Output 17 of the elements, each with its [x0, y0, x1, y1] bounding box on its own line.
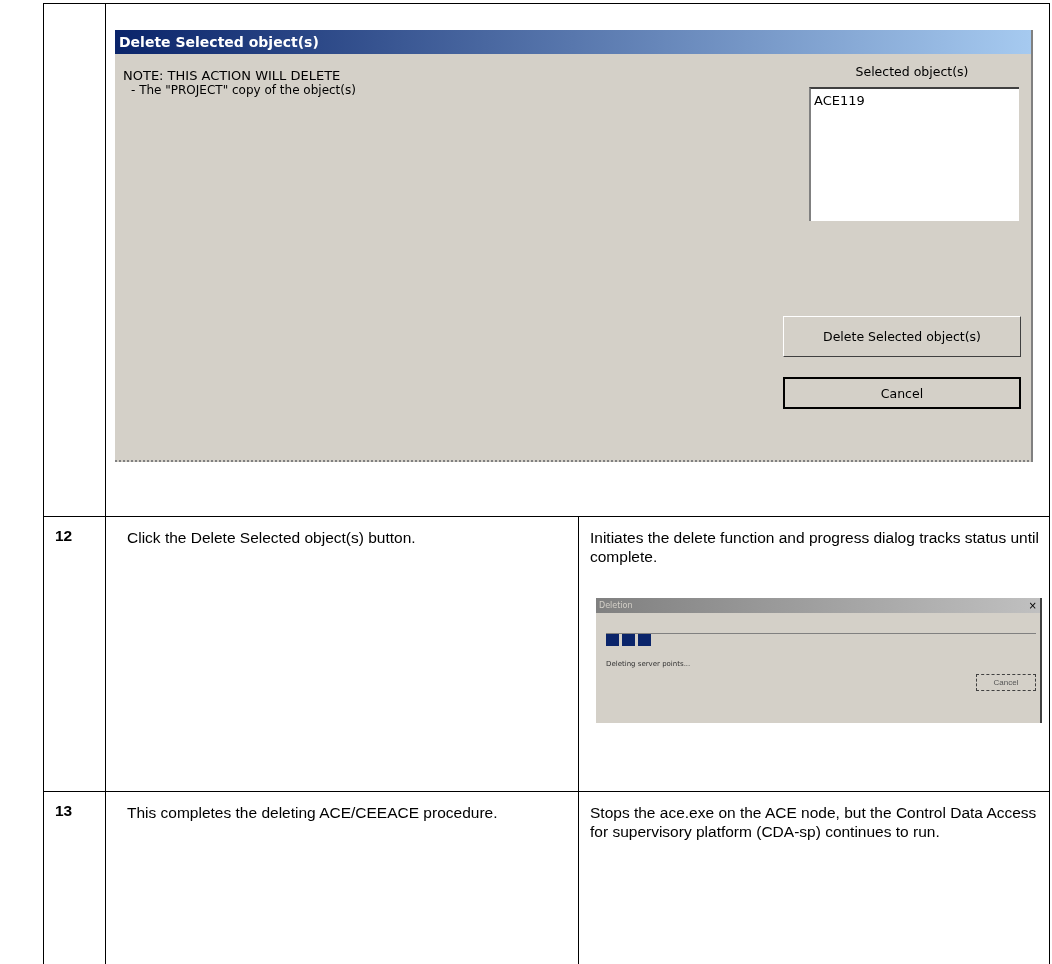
progress-dialog-title: Deletion: [599, 600, 633, 612]
list-label: Selected object(s): [854, 63, 970, 81]
step-action: This completes the deleting ACE/CEEACE procedure.: [127, 803, 498, 822]
step-result: Stops the ace.exe on the ACE node, but the Control Data Access for supervisory platform (CDA-sp) continues to run.: [589, 803, 1038, 841]
delete-button[interactable]: Delete Selected object(s): [783, 316, 1021, 357]
list-item[interactable]: ACE119: [814, 91, 1016, 110]
cancel-button[interactable]: Cancel: [976, 674, 1036, 691]
step-number: 13: [55, 801, 74, 820]
dialog-title: Delete Selected object(s): [115, 30, 1031, 54]
object-list[interactable]: ACE119: [809, 87, 1019, 221]
step-number: 12: [55, 526, 74, 545]
cancel-button[interactable]: Cancel: [783, 377, 1021, 409]
note-detail: - The "PROJECT" copy of the object(s): [130, 83, 356, 98]
step-result: Initiates the delete function and progress dialog tracks status until complete.: [589, 528, 1040, 566]
note-text: NOTE: THIS ACTION WILL DELETE: [123, 68, 342, 83]
close-button[interactable]: ×: [1028, 596, 1037, 615]
step-action: Click the Delete Selected object(s) button.: [127, 528, 417, 547]
